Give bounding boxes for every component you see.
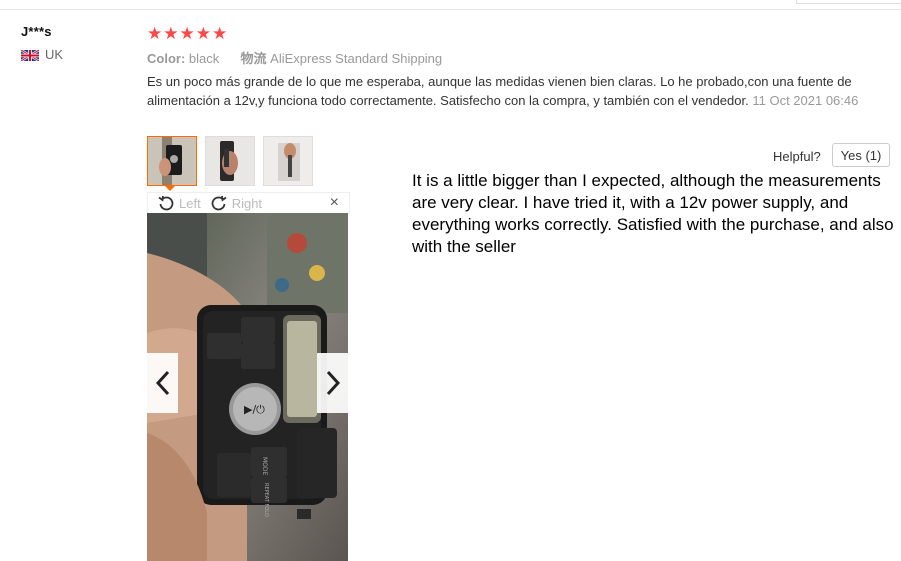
rotate-right-label: Right [231,195,263,211]
active-thumbnail-indicator [164,185,176,191]
star-icon: ★ [212,24,228,43]
review-date: 11 Oct 2021 06:46 [752,93,859,108]
color-label: Color: [147,51,186,66]
country-label: UK [45,47,64,62]
device-repeat-label: REPEAT FOLD [263,483,269,517]
reviewer-country: UK [20,47,64,63]
helpful-label: Helpful? [773,149,821,164]
previous-image-button[interactable] [147,353,178,413]
star-icon: ★ [163,24,179,43]
helpful-yes-button[interactable]: Yes (1) [832,143,890,167]
review-body: Es un poco más grande de lo que me esper… [147,74,852,108]
translated-review: It is a little bigger than I expected, a… [412,171,894,256]
rotate-right-icon [211,195,227,211]
thumbnail-1[interactable] [147,136,197,186]
review-thumbnails [147,136,313,186]
shipping-label: 物流 [240,51,267,66]
thumbnail-2[interactable] [205,136,255,186]
rotate-left-label: Left [179,195,201,211]
star-icon: ★ [179,24,195,43]
top-divider [0,9,901,10]
review-image-viewer: ▶/⏻ MODE REPEAT FOLD [147,213,348,561]
next-image-button[interactable] [317,353,348,413]
color-value: black [188,51,220,66]
order-info: Color: black 物流 AliExpress Standard Ship… [147,48,442,67]
uk-flag-icon [20,48,40,63]
shipping-value: AliExpress Standard Shipping [270,51,443,66]
review-text: Es un poco más grande de lo que me esper… [147,72,877,110]
image-viewer-toolbar: Left Right × [147,192,350,214]
reviewer-name: J***s [21,24,52,39]
rotate-right-button[interactable]: Right [211,195,262,211]
device-play-label: ▶/⏻ [244,403,265,416]
star-icon: ★ [195,24,211,43]
top-right-frame [796,0,901,4]
chevron-left-icon [155,370,169,396]
chevron-right-icon [326,370,340,396]
rating-stars: ★ ★ ★ ★ ★ [147,25,227,42]
star-icon: ★ [147,24,163,43]
thumbnail-3[interactable] [263,136,313,186]
close-viewer-button[interactable]: × [330,194,339,212]
rotate-left-button[interactable]: Left [158,195,201,211]
reviewer-info: J***s UK [20,24,64,63]
device-mode-label: MODE [261,457,268,476]
rotate-left-icon [158,195,174,211]
